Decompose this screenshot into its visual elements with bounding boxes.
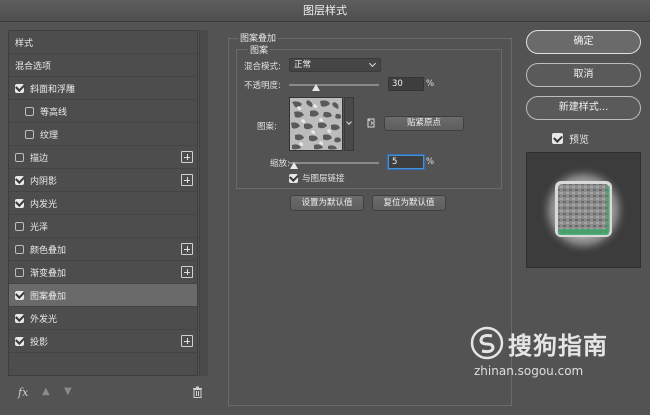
style-item-label: 斜面和浮雕 <box>30 84 76 95</box>
chevron-down-icon <box>346 119 352 125</box>
style-item[interactable]: 内阴影 <box>9 169 197 192</box>
group-title: 图案 <box>248 43 271 56</box>
sogou-logo-icon <box>470 326 504 360</box>
style-item-checkbox[interactable] <box>15 221 24 231</box>
pattern-swatch[interactable] <box>289 97 343 151</box>
chevron-down-icon <box>368 59 377 68</box>
style-item[interactable]: 颜色叠加 <box>9 238 197 261</box>
style-item-checkbox[interactable] <box>15 336 24 346</box>
style-list: 样式混合选项斜面和浮雕等高线纹理描边内阴影内发光光泽颜色叠加渐变叠加图案叠加外发… <box>8 30 198 376</box>
sogou-watermark: 搜狗指南 zhinan.sogou.com <box>468 322 648 382</box>
style-item-label: 投影 <box>30 337 49 348</box>
style-item[interactable]: 斜面和浮雕 <box>9 77 197 100</box>
style-item-checkbox[interactable] <box>15 313 24 323</box>
link-with-layer-label: 与图层链接 <box>302 174 345 184</box>
pattern-texture <box>290 98 342 150</box>
add-effect-icon[interactable] <box>181 335 193 347</box>
link-with-layer-checkbox[interactable] <box>289 173 298 183</box>
style-item-label: 样式 <box>15 38 34 49</box>
style-item-checkbox[interactable] <box>25 106 34 116</box>
set-default-button[interactable]: 设置为默认值 <box>290 195 364 211</box>
scale-unit: % <box>426 157 435 167</box>
add-effect-icon[interactable] <box>181 243 193 255</box>
snap-to-origin-button[interactable]: 贴紧原点 <box>384 116 464 131</box>
style-preview <box>526 152 641 268</box>
style-item[interactable]: 样式 <box>9 31 197 54</box>
watermark-url: zhinan.sogou.com <box>474 364 584 378</box>
move-up-icon[interactable]: ▲ <box>42 386 50 397</box>
preview-checkbox[interactable] <box>552 133 563 144</box>
style-item-label: 纹理 <box>40 130 59 141</box>
style-item[interactable]: 描边 <box>9 146 197 169</box>
scale-label: 缩放: <box>270 159 290 169</box>
add-effect-icon[interactable] <box>181 151 193 163</box>
opacity-slider-track[interactable] <box>289 84 379 86</box>
scale-input[interactable]: 5 <box>388 155 424 169</box>
pattern-picker-dropdown[interactable] <box>344 97 354 151</box>
style-list-footer: fx ▲ ▼ <box>8 380 208 406</box>
add-effect-icon[interactable] <box>181 174 193 186</box>
style-item-label: 渐变叠加 <box>30 268 67 279</box>
style-item-label: 混合选项 <box>15 61 52 72</box>
preview-toggle[interactable]: 预览 <box>552 131 589 146</box>
style-item-checkbox[interactable] <box>15 244 24 254</box>
style-item-checkbox[interactable] <box>15 152 24 162</box>
fx-icon[interactable]: fx <box>18 386 28 399</box>
pattern-label: 图案: <box>257 122 277 132</box>
link-with-layer[interactable]: 与图层链接 <box>289 172 345 184</box>
blend-mode-label: 混合模式: <box>244 62 281 72</box>
watermark-brand: 搜狗指南 <box>508 332 608 360</box>
scale-slider-thumb[interactable] <box>289 162 298 169</box>
new-preset-icon[interactable] <box>366 118 376 128</box>
add-effect-icon[interactable] <box>181 266 193 278</box>
opacity-unit: % <box>426 79 435 89</box>
style-item-checkbox[interactable] <box>25 129 34 139</box>
blend-mode-value: 正常 <box>294 60 312 70</box>
preview-label: 预览 <box>569 135 589 146</box>
cancel-button[interactable]: 取消 <box>526 63 641 87</box>
style-item[interactable]: 内发光 <box>9 192 197 215</box>
style-item[interactable]: 等高线 <box>9 100 197 123</box>
style-item-checkbox[interactable] <box>15 290 24 300</box>
scale-slider-track[interactable] <box>289 162 379 164</box>
preview-swatch-image <box>539 165 628 255</box>
ok-button[interactable]: 确定 <box>526 30 641 54</box>
style-item[interactable]: 投影 <box>9 330 197 353</box>
blend-mode-select[interactable]: 正常 <box>289 58 381 72</box>
opacity-slider-thumb[interactable] <box>312 84 320 91</box>
style-item-label: 描边 <box>30 153 49 164</box>
style-item[interactable]: 纹理 <box>9 123 197 146</box>
opacity-label: 不透明度: <box>244 81 281 91</box>
style-item-checkbox[interactable] <box>15 198 24 208</box>
style-item-label: 外发光 <box>30 314 58 325</box>
opacity-input[interactable]: 30 <box>388 77 424 91</box>
style-item[interactable]: 光泽 <box>9 215 197 238</box>
style-item[interactable]: 渐变叠加 <box>9 261 197 284</box>
style-item-label: 等高线 <box>40 107 68 118</box>
style-item-label: 颜色叠加 <box>30 245 67 256</box>
style-item-label: 图案叠加 <box>30 291 67 302</box>
new-style-button[interactable]: 新建样式... <box>526 96 641 120</box>
style-item-checkbox[interactable] <box>15 175 24 185</box>
style-item[interactable]: 混合选项 <box>9 54 197 77</box>
style-item[interactable]: 外发光 <box>9 307 197 330</box>
style-item-checkbox[interactable] <box>15 83 24 93</box>
style-item-checkbox[interactable] <box>15 267 24 277</box>
move-down-icon[interactable]: ▼ <box>64 386 72 397</box>
dialog-title: 图层样式 <box>0 0 650 22</box>
style-list-scrollbar[interactable] <box>199 30 208 376</box>
reset-default-button[interactable]: 复位为默认值 <box>372 195 446 211</box>
style-item-label: 内阴影 <box>30 176 58 187</box>
style-item[interactable]: 图案叠加 <box>9 284 197 307</box>
style-item-label: 光泽 <box>30 222 49 233</box>
style-item-label: 内发光 <box>30 199 58 210</box>
trash-icon[interactable] <box>192 386 203 401</box>
